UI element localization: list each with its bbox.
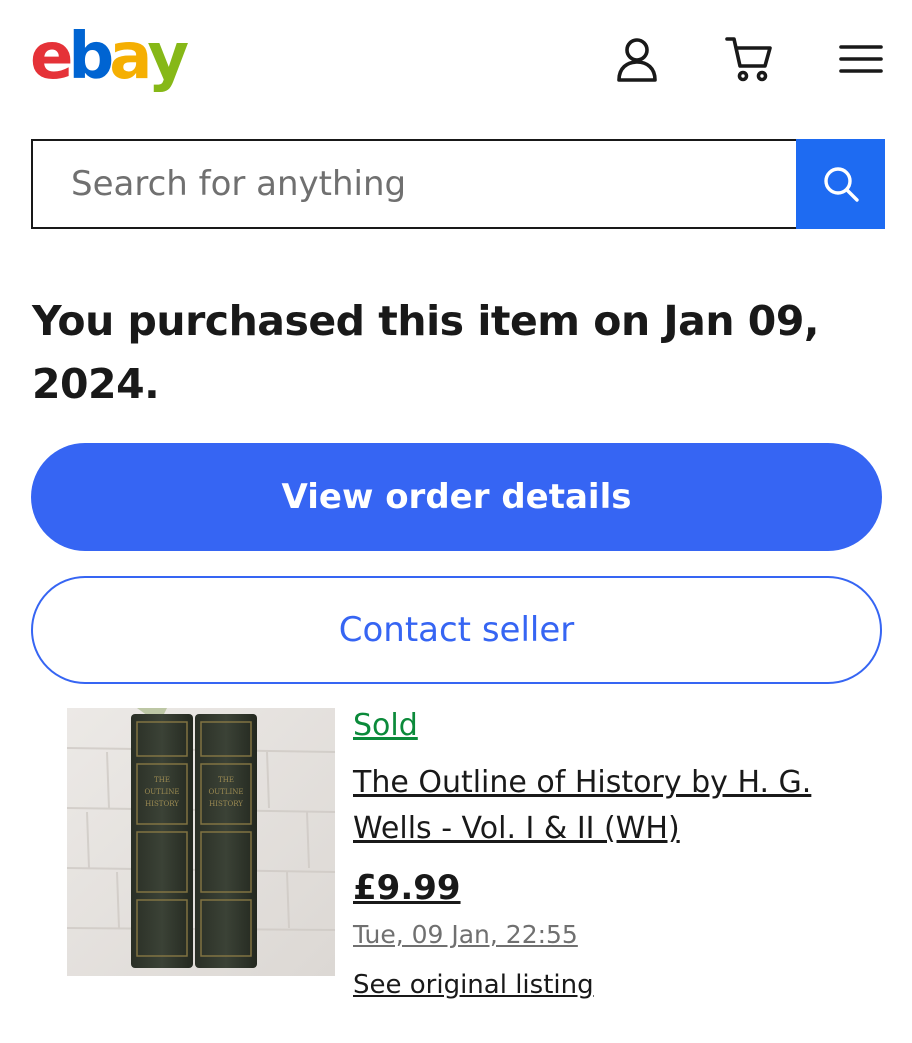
view-order-details-button[interactable]: View order details — [31, 443, 882, 551]
svg-text:HISTORY: HISTORY — [145, 800, 179, 808]
logo-letter-b: b — [68, 20, 114, 94]
svg-text:OUTLINE: OUTLINE — [209, 788, 244, 796]
hamburger-menu-icon[interactable] — [836, 34, 886, 84]
item-image[interactable]: THE OUTLINE HISTORY THE OUTLINE HISTORY — [67, 708, 335, 976]
ebay-logo[interactable]: e b a y — [30, 20, 189, 94]
item-title-link[interactable]: The Outline of History by H. G. Wells - … — [353, 760, 833, 852]
item-price: £9.99 — [353, 868, 461, 908]
logo-letter-a: a — [109, 20, 152, 94]
search-button[interactable] — [796, 139, 885, 229]
search-input[interactable] — [31, 139, 796, 229]
logo-letter-y: y — [147, 20, 189, 94]
purchase-heading: You purchased this item on Jan 09, 2024. — [32, 297, 819, 408]
search-bar — [31, 139, 885, 229]
search-icon — [823, 167, 859, 202]
see-original-listing-link[interactable]: See original listing — [353, 970, 594, 1000]
cart-icon[interactable] — [724, 34, 774, 84]
contact-seller-button[interactable]: Contact seller — [31, 576, 882, 684]
user-icon[interactable] — [612, 34, 662, 84]
header: e b a y — [0, 0, 912, 120]
svg-text:OUTLINE: OUTLINE — [145, 788, 180, 796]
logo-letter-e: e — [30, 20, 73, 94]
status-badge[interactable]: Sold — [353, 708, 418, 743]
svg-text:THE: THE — [218, 776, 234, 784]
svg-text:THE: THE — [154, 776, 170, 784]
svg-text:HISTORY: HISTORY — [209, 800, 243, 808]
purchase-date: Tue, 09 Jan, 22:55 — [353, 920, 578, 949]
